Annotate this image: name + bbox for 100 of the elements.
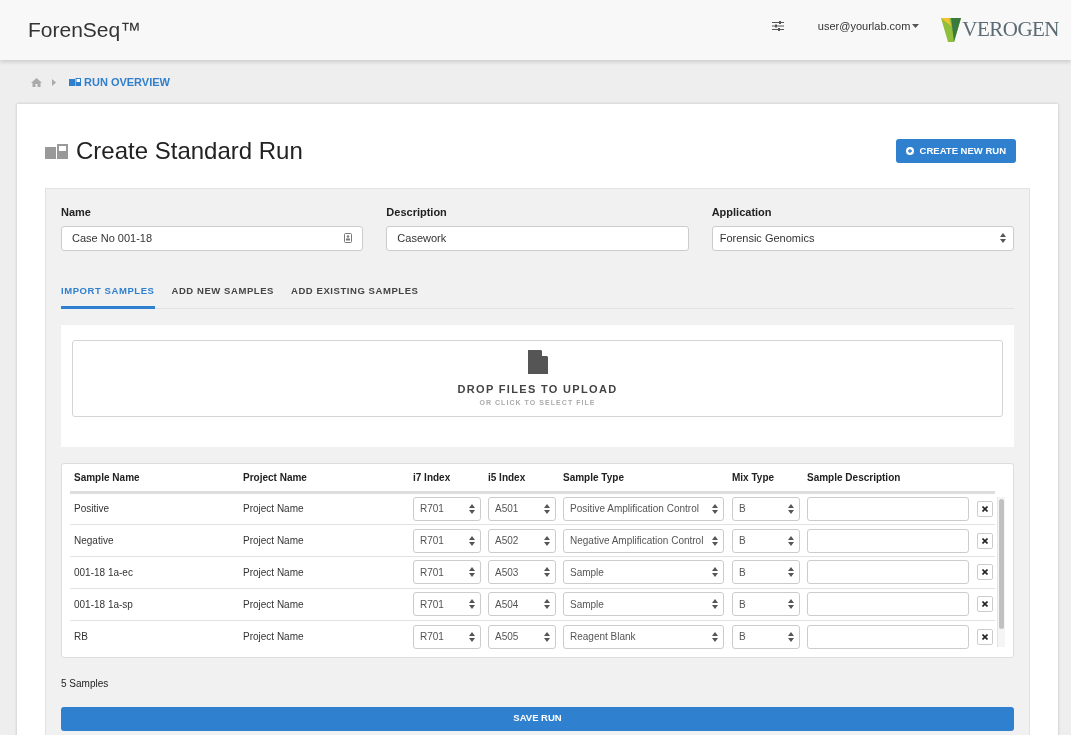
select-arrows-icon (469, 599, 475, 610)
drop-title: DROP FILES TO UPLOAD (457, 381, 618, 397)
delete-button[interactable] (977, 596, 993, 613)
table-cell-text: Project Name (243, 630, 305, 645)
description-input[interactable] (807, 592, 969, 617)
table-cell-text: Project Name (243, 534, 305, 549)
delete-button[interactable] (977, 532, 993, 549)
table-cell-text: 001-18 1a-sp (74, 597, 134, 612)
select-arrows-icon (788, 503, 794, 514)
select-field[interactable]: R701 (413, 560, 481, 585)
input-field[interactable]: Casework (386, 225, 689, 251)
delete-button[interactable] (977, 628, 993, 645)
select-field[interactable]: A503 (488, 560, 556, 585)
table-cell-text: Project Name (243, 597, 305, 612)
select-field[interactable]: Reagent Blank (563, 624, 724, 649)
table-cell-text: Project Name (243, 566, 305, 580)
column-header: Project Name (243, 470, 308, 485)
field-label: Description (386, 205, 448, 220)
scrollbar-thumb[interactable] (999, 498, 1004, 629)
select-field[interactable]: B (732, 592, 800, 617)
close-icon (982, 601, 988, 608)
settings-sliders-icon[interactable] (771, 21, 784, 31)
select-arrows-icon (1000, 233, 1006, 243)
close-icon (982, 505, 988, 512)
sample-count: 5 Samples (61, 676, 110, 691)
select-arrows-icon (469, 535, 475, 546)
select-field[interactable]: A502 (488, 528, 556, 553)
select-field[interactable]: B (732, 624, 800, 649)
description-input[interactable] (807, 496, 969, 521)
select-field[interactable]: Positive Amplification Control (563, 496, 724, 521)
select-arrows-icon (544, 599, 550, 610)
tab[interactable]: IMPORT SAMPLES (61, 283, 155, 309)
select-field[interactable]: Sample (563, 560, 724, 585)
column-header: i7 Index (413, 470, 452, 485)
select-field[interactable]: A501 (488, 496, 556, 521)
table-cell-text: Positive (74, 502, 110, 517)
select-field[interactable]: A505 (488, 624, 556, 649)
select-arrows-icon (544, 631, 550, 642)
tab[interactable]: ADD EXISTING SAMPLES (291, 283, 419, 309)
column-header: Sample Description (807, 470, 902, 485)
run-icon (45, 143, 68, 159)
save-run-button[interactable]: SAVE RUN (61, 706, 1014, 731)
column-header: i5 Index (488, 470, 527, 485)
close-icon (982, 569, 988, 576)
logo-icon (941, 18, 962, 42)
chevron-right-icon (52, 78, 56, 86)
input-field[interactable]: Case No 001-18 (61, 225, 364, 251)
select-arrows-icon (788, 631, 794, 642)
select-field[interactable]: B (732, 496, 800, 521)
select-arrows-icon (469, 503, 475, 514)
description-input[interactable] (807, 528, 969, 553)
select-arrows-icon (469, 631, 475, 642)
delete-button[interactable] (977, 500, 993, 517)
select-field[interactable]: R701 (413, 624, 481, 649)
run-icon (69, 78, 81, 86)
select-arrows-icon (788, 535, 794, 546)
column-header: Sample Type (563, 470, 625, 485)
caret-icon (912, 24, 920, 28)
select-field[interactable]: R701 (413, 592, 481, 617)
select-arrows-icon (544, 567, 550, 578)
select-arrows-icon (469, 567, 475, 578)
select-arrows-icon (544, 503, 550, 514)
column-header: Mix Type (732, 470, 776, 485)
file-icon (527, 349, 548, 374)
select-field[interactable]: R701 (413, 496, 481, 521)
select-arrows-icon (712, 567, 718, 578)
brand-name[interactable]: ForenSeq™ (28, 14, 142, 46)
select-field[interactable]: B (732, 560, 800, 585)
table-cell-text: 001-18 1a-ec (74, 566, 134, 580)
select-field[interactable]: Negative Amplification Control (563, 528, 724, 553)
contact-card-icon (344, 233, 353, 243)
page-title: Create Standard Run (76, 136, 303, 166)
select-arrows-icon (788, 599, 794, 610)
table-cell-text: RB (74, 630, 89, 645)
table-cell-text: Negative (74, 534, 115, 549)
user-menu[interactable]: user@yourlab.com (817, 17, 920, 35)
select-field[interactable]: R701 (413, 528, 481, 553)
description-input[interactable] (807, 624, 969, 649)
field-label: Name (61, 205, 92, 220)
select-arrows-icon (788, 567, 794, 578)
home-icon[interactable] (31, 77, 42, 87)
select-field[interactable]: Sample (563, 592, 724, 617)
select-arrows-icon (712, 503, 718, 514)
field-label: Application (711, 205, 773, 220)
select-field[interactable]: A504 (488, 592, 556, 617)
breadcrumb-link[interactable]: RUN OVERVIEW (69, 73, 170, 91)
select-field[interactable]: B (732, 528, 800, 553)
create-new-run-button[interactable]: CREATE NEW RUN (895, 139, 1016, 163)
plus-circle-icon (905, 147, 914, 155)
select-arrows-icon (712, 535, 718, 546)
close-icon (982, 537, 988, 544)
select-arrows-icon (712, 599, 718, 610)
application-select[interactable]: Forensic Genomics (711, 225, 1014, 251)
table-cell-text: Project Name (243, 502, 305, 517)
select-arrows-icon (712, 631, 718, 642)
description-input[interactable] (807, 560, 969, 585)
logo-wordmark: VEROGEN (962, 16, 1059, 44)
tab[interactable]: ADD NEW SAMPLES (171, 283, 274, 309)
column-header: Sample Name (74, 470, 141, 485)
delete-button[interactable] (977, 564, 993, 581)
